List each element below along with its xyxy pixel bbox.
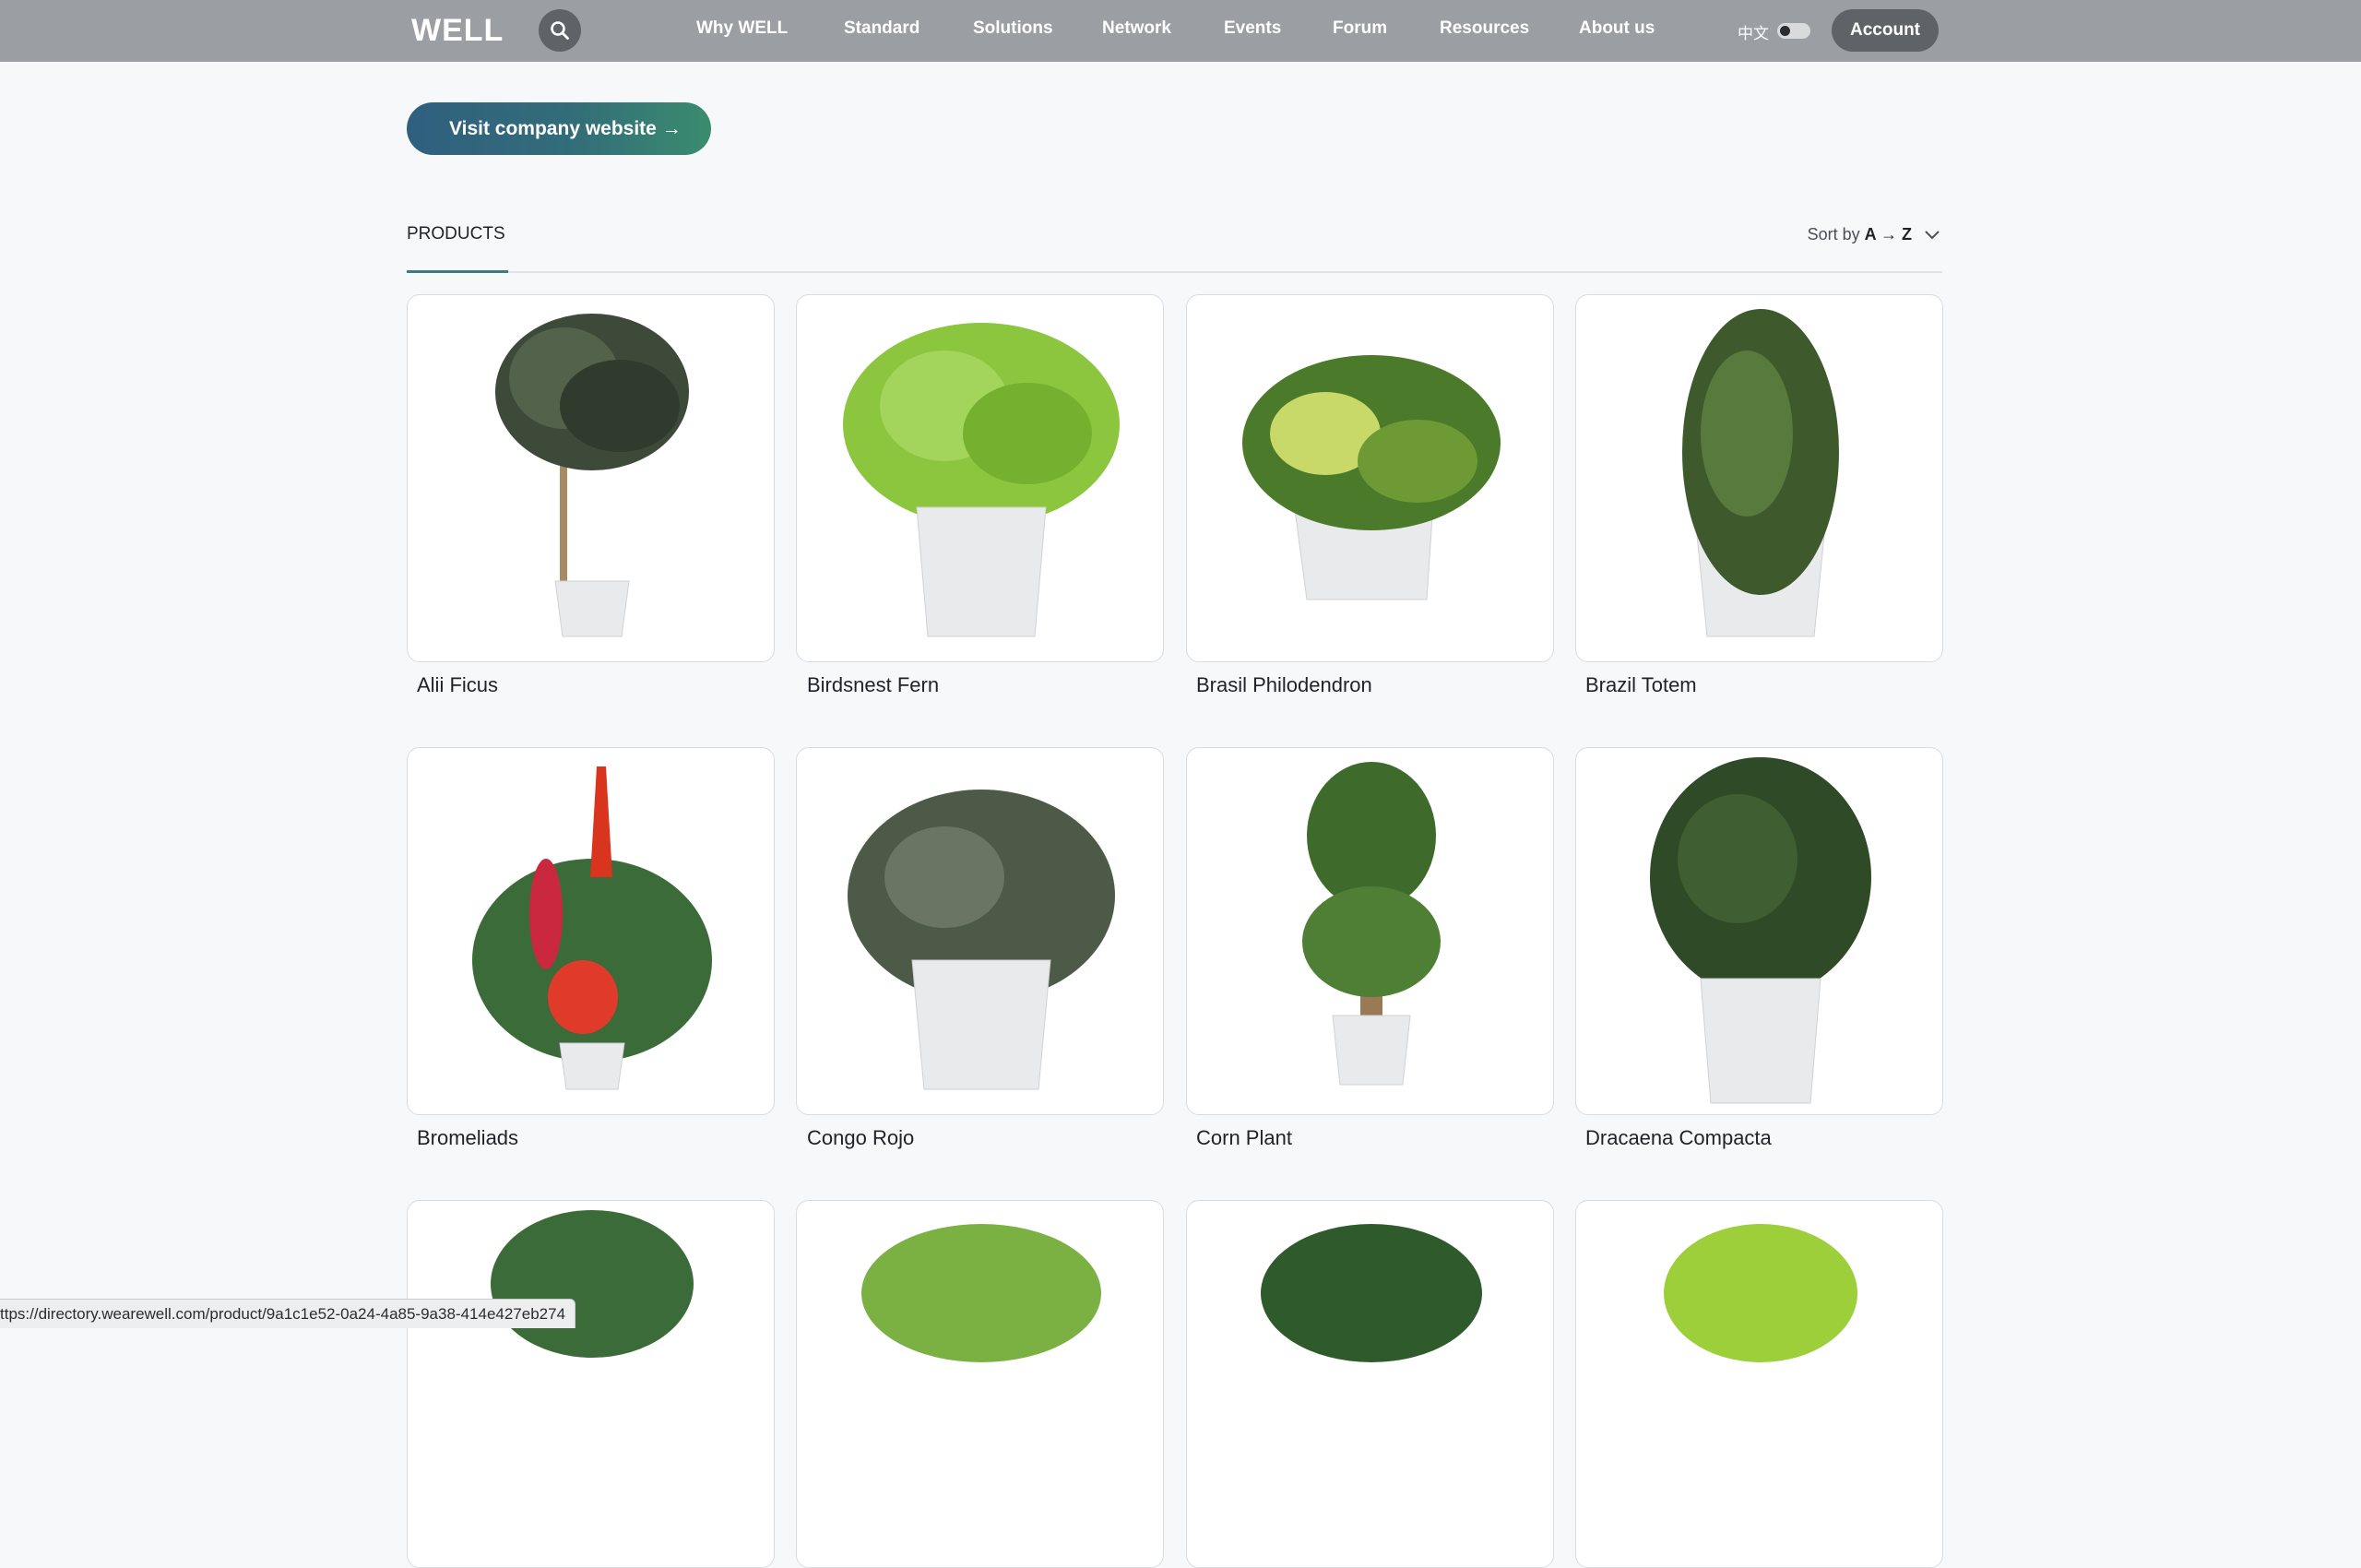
language-toggle[interactable] [1777, 23, 1810, 39]
plant-image [1650, 757, 1871, 1104]
search-icon [551, 21, 569, 40]
plant-image [495, 314, 689, 637]
well-logo[interactable]: WELL [411, 13, 504, 49]
plant-image [861, 1224, 1101, 1362]
plant-image [472, 766, 712, 1090]
product-card-image[interactable] [407, 747, 775, 1115]
product-card-image[interactable] [1575, 747, 1943, 1115]
products-tab-row: PRODUCTS Sort by A → Z [407, 212, 1942, 273]
plant-image [1302, 762, 1441, 1086]
tab-products[interactable]: PRODUCTS [407, 224, 508, 273]
nav-forum[interactable]: Forum [1333, 18, 1387, 39]
product-name[interactable]: Dracaena Compacta [1585, 1126, 1772, 1150]
visit-company-website-button[interactable]: Visit company website → [407, 102, 711, 155]
product-card-image[interactable] [1575, 294, 1943, 662]
language-label[interactable]: 中文 [1738, 20, 1769, 43]
sort-dropdown[interactable]: Sort by A → Z [1808, 225, 1940, 244]
product-card-image[interactable] [1575, 1200, 1943, 1568]
plant-image [1664, 1224, 1857, 1362]
product-card-image[interactable] [407, 294, 775, 662]
plant-image [491, 1210, 694, 1358]
sort-value: A → Z [1864, 225, 1912, 244]
product-card-image[interactable] [407, 1200, 775, 1568]
product-name[interactable]: Alii Ficus [417, 673, 498, 697]
toggle-knob [1780, 26, 1790, 36]
nav-resources[interactable]: Resources [1440, 18, 1529, 39]
nav-events[interactable]: Events [1224, 18, 1281, 39]
product-name[interactable]: Brazil Totem [1585, 673, 1697, 697]
account-button[interactable]: Account [1832, 9, 1939, 52]
search-button[interactable] [539, 9, 581, 52]
product-name[interactable]: Corn Plant [1196, 1126, 1292, 1150]
nav-why-well[interactable]: Why WELL [696, 18, 788, 39]
status-bar-url: ttps://directory.wearewell.com/product/9… [0, 1299, 576, 1328]
nav-standard[interactable]: Standard [844, 18, 919, 39]
chevron-down-icon [1925, 231, 1940, 240]
plant-image [1261, 1224, 1482, 1362]
top-nav-bar: WELL Why WELL Standard Solutions Network… [0, 0, 2361, 62]
product-card-image[interactable] [1186, 747, 1554, 1115]
product-card-image[interactable] [796, 294, 1164, 662]
plant-image [848, 790, 1115, 1090]
product-card-image[interactable] [1186, 1200, 1554, 1568]
product-card-image[interactable] [796, 1200, 1164, 1568]
product-name[interactable]: Congo Rojo [807, 1126, 914, 1150]
nav-solutions[interactable]: Solutions [973, 18, 1053, 39]
nav-about-us[interactable]: About us [1579, 18, 1655, 39]
product-name[interactable]: Bromeliads [417, 1126, 518, 1150]
plant-image [1682, 309, 1839, 637]
sort-prefix: Sort by [1807, 225, 1860, 244]
product-card-image[interactable] [1186, 294, 1554, 662]
plant-image [1242, 355, 1501, 600]
product-card-image[interactable] [796, 747, 1164, 1115]
nav-network[interactable]: Network [1102, 18, 1171, 39]
plant-image [843, 323, 1120, 637]
product-name[interactable]: Brasil Philodendron [1196, 673, 1372, 697]
product-name[interactable]: Birdsnest Fern [807, 673, 939, 697]
